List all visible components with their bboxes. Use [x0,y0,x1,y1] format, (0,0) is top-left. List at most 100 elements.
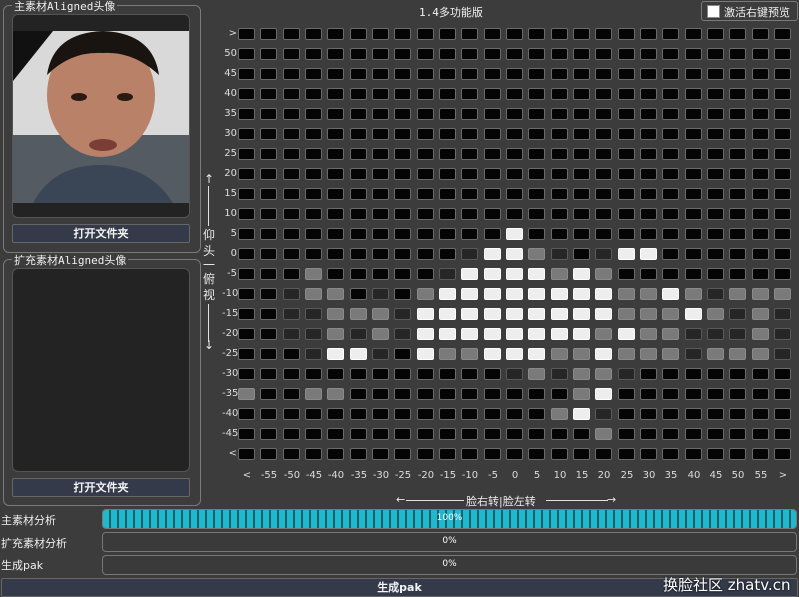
grid-cell[interactable] [685,88,702,100]
grid-cell[interactable] [640,128,657,140]
grid-cell[interactable] [618,368,635,380]
grid-cell[interactable] [752,88,769,100]
grid-cell[interactable] [729,328,746,340]
grid-cell[interactable] [573,128,590,140]
grid-cell[interactable] [394,308,411,320]
grid-cell[interactable] [573,328,590,340]
grid-cell[interactable] [394,48,411,60]
grid-cell[interactable] [327,308,344,320]
grid-cell[interactable] [372,448,389,460]
grid-cell[interactable] [640,248,657,260]
grid-cell[interactable] [573,108,590,120]
grid-cell[interactable] [551,108,568,120]
grid-cell[interactable] [573,168,590,180]
grid-cell[interactable] [551,408,568,420]
grid-cell[interactable] [260,188,277,200]
grid-cell[interactable] [595,268,612,280]
grid-cell[interactable] [729,28,746,40]
grid-cell[interactable] [283,88,300,100]
grid-cell[interactable] [707,88,724,100]
grid-cell[interactable] [729,368,746,380]
grid-cell[interactable] [618,148,635,160]
grid-cell[interactable] [595,448,612,460]
grid-cell[interactable] [551,308,568,320]
grid-cell[interactable] [238,168,255,180]
grid-cell[interactable] [707,428,724,440]
grid-cell[interactable] [595,148,612,160]
grid-cell[interactable] [484,68,501,80]
grid-cell[interactable] [372,148,389,160]
grid-cell[interactable] [551,368,568,380]
grid-cell[interactable] [484,268,501,280]
grid-cell[interactable] [484,448,501,460]
grid-cell[interactable] [662,428,679,440]
grid-cell[interactable] [707,68,724,80]
grid-cell[interactable] [372,48,389,60]
grid-cell[interactable] [528,28,545,40]
grid-cell[interactable] [551,388,568,400]
grid-cell[interactable] [394,128,411,140]
grid-cell[interactable] [260,88,277,100]
grid-cell[interactable] [417,28,434,40]
grid-cell[interactable] [528,48,545,60]
grid-cell[interactable] [752,168,769,180]
grid-cell[interactable] [707,328,724,340]
grid-cell[interactable] [260,68,277,80]
grid-cell[interactable] [484,228,501,240]
grid-cell[interactable] [662,28,679,40]
grid-cell[interactable] [238,288,255,300]
grid-cell[interactable] [260,388,277,400]
grid-cell[interactable] [394,188,411,200]
grid-cell[interactable] [729,228,746,240]
grid-cell[interactable] [327,168,344,180]
grid-cell[interactable] [551,328,568,340]
grid-cell[interactable] [439,408,456,420]
grid-cell[interactable] [506,148,523,160]
grid-cell[interactable] [350,128,367,140]
grid-cell[interactable] [752,188,769,200]
grid-cell[interactable] [506,68,523,80]
grid-cell[interactable] [662,48,679,60]
grid-cell[interactable] [350,208,367,220]
grid-cell[interactable] [640,408,657,420]
grid-cell[interactable] [372,388,389,400]
grid-cell[interactable] [685,148,702,160]
grid-cell[interactable] [707,308,724,320]
grid-cell[interactable] [461,248,478,260]
grid-cell[interactable] [350,248,367,260]
grid-cell[interactable] [372,68,389,80]
grid-cell[interactable] [640,428,657,440]
grid-cell[interactable] [350,228,367,240]
grid-cell[interactable] [595,48,612,60]
grid-cell[interactable] [707,288,724,300]
grid-cell[interactable] [685,248,702,260]
grid-cell[interactable] [305,268,322,280]
grid-cell[interactable] [417,328,434,340]
grid-cell[interactable] [305,168,322,180]
grid-cell[interactable] [327,448,344,460]
grid-cell[interactable] [238,28,255,40]
grid-cell[interactable] [774,28,791,40]
grid-cell[interactable] [729,88,746,100]
grid-cell[interactable] [506,408,523,420]
grid-cell[interactable] [461,348,478,360]
grid-cell[interactable] [729,288,746,300]
grid-cell[interactable] [640,168,657,180]
grid-cell[interactable] [506,168,523,180]
grid-cell[interactable] [551,128,568,140]
grid-cell[interactable] [372,108,389,120]
grid-cell[interactable] [551,168,568,180]
grid-cell[interactable] [640,188,657,200]
grid-cell[interactable] [484,288,501,300]
grid-cell[interactable] [439,368,456,380]
grid-cell[interactable] [461,408,478,420]
grid-cell[interactable] [461,308,478,320]
grid-cell[interactable] [372,428,389,440]
grid-cell[interactable] [283,168,300,180]
grid-cell[interactable] [551,188,568,200]
grid-cell[interactable] [238,408,255,420]
grid-cell[interactable] [305,448,322,460]
grid-cell[interactable] [350,108,367,120]
grid-cell[interactable] [662,168,679,180]
grid-cell[interactable] [573,388,590,400]
